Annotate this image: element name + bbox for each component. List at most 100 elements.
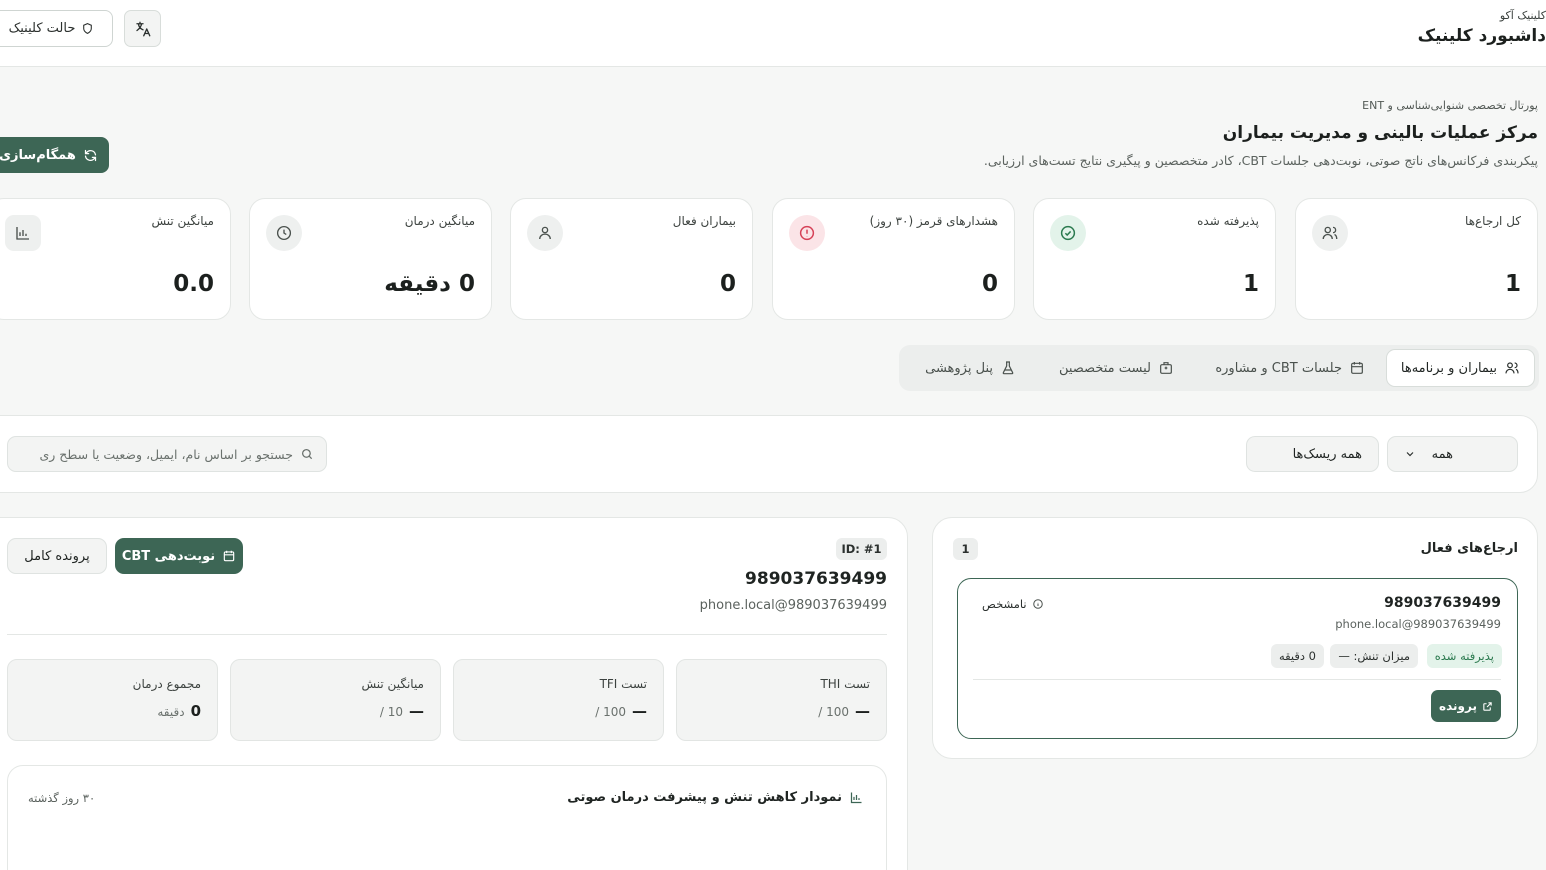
open-file-label: پرونده xyxy=(1439,699,1477,713)
tab-cbt-sessions[interactable]: جلسات CBT و مشاوره xyxy=(1201,349,1379,387)
clinic-mode-label: حالت کلینیک xyxy=(8,21,76,36)
referral-risk-label: نامشخص xyxy=(982,597,1027,611)
chevron-down-icon xyxy=(1406,452,1414,457)
metric-value-row: — 100 / xyxy=(595,702,647,720)
translate-icon xyxy=(135,21,150,36)
stat-value: 1 xyxy=(1242,271,1259,297)
chart-title: نمودار کاهش تنش و پیشرفت درمان صوتی xyxy=(567,790,842,805)
stat-card-avg-stress: میانگین تنش 0.0 xyxy=(0,198,231,320)
main-tabs: بیماران و برنامه‌ها جلسات CBT و مشاوره ل… xyxy=(899,345,1539,391)
flask-icon xyxy=(1002,361,1014,375)
metric-value: 0 xyxy=(190,702,201,720)
stat-icon-wrap xyxy=(527,215,563,251)
users-icon xyxy=(1505,362,1519,374)
metric-label: تست TFI xyxy=(599,677,647,691)
page-description: پیکربندی فرکانس‌های ناتج صوتی، نوبت‌دهی … xyxy=(983,153,1538,168)
referral-name: 989037639499 xyxy=(1384,595,1501,611)
referral-divider xyxy=(973,679,1501,680)
tab-specialists[interactable]: لیست متخصصین xyxy=(1045,349,1188,387)
clinic-mode-button[interactable]: حالت کلینیک xyxy=(0,10,113,47)
metric-unit: دقیقه xyxy=(157,705,185,719)
metric-card-thi: تست THI — 100 / xyxy=(676,659,887,741)
alert-circle-icon xyxy=(799,225,815,241)
stat-label: پذیرفته شده xyxy=(1197,214,1259,228)
full-file-button[interactable]: پرونده کامل xyxy=(7,538,107,574)
schedule-cbt-label: نوبت‌دهی CBT xyxy=(121,548,216,564)
top-bar: کلینیک آکو داشبورد کلینیک حالت کلینیک xyxy=(0,0,1546,67)
tab-label: لیست متخصصین xyxy=(1058,360,1151,376)
dashboard-title: داشبورد کلینیک xyxy=(1417,26,1546,46)
tab-patients-programs[interactable]: بیماران و برنامه‌ها xyxy=(1385,349,1535,387)
metric-value: — xyxy=(855,702,870,720)
referral-status-badge: پذیرفته شده xyxy=(1426,644,1502,668)
progress-chart-card: نمودار کاهش تنش و پیشرفت درمان صوتی ۳۰ ر… xyxy=(7,765,887,870)
page-title: مرکز عملیات بالینی و مدیریت بیماران xyxy=(1222,123,1538,143)
metric-unit: 100 / xyxy=(818,705,849,719)
referrals-title: ارجاع‌های فعال xyxy=(1420,541,1518,556)
sync-label: همگام‌سازی xyxy=(0,147,76,163)
metric-unit: 100 / xyxy=(595,705,626,719)
search-icon xyxy=(301,448,313,460)
stat-label: هشدارهای قرمز (۳۰ روز) xyxy=(869,214,998,228)
info-icon xyxy=(1032,599,1043,609)
users-icon xyxy=(1322,226,1338,240)
status-filter-select[interactable]: همه xyxy=(1387,436,1518,472)
metric-value: — xyxy=(632,702,647,720)
metric-label: تست THI xyxy=(820,677,870,691)
metric-label: میانگین تنش xyxy=(361,677,424,691)
calendar-icon xyxy=(223,550,235,562)
open-file-button[interactable]: پرونده xyxy=(1431,690,1501,722)
stat-value: 0 دقیقه xyxy=(384,271,475,297)
stat-icon-wrap xyxy=(1050,215,1086,251)
stat-value: 1 xyxy=(1504,271,1521,297)
schedule-cbt-button[interactable]: نوبت‌دهی CBT xyxy=(115,538,243,574)
tab-label: بیماران و برنامه‌ها xyxy=(1400,360,1497,376)
tab-label: پنل پژوهشی xyxy=(925,360,993,376)
metric-card-avg-stress: میانگین تنش — 10 / xyxy=(230,659,441,741)
stat-card-red-alerts: هشدارهای قرمز (۳۰ روز) 0 xyxy=(772,198,1015,320)
patient-name: 989037639499 xyxy=(745,569,887,589)
patient-id-badge: ID: #1 xyxy=(836,538,887,560)
metric-value: — xyxy=(409,702,424,720)
search-input[interactable]: جستجو بر اساس نام، ایمیل، وضعیت یا سطح ر… xyxy=(40,447,294,462)
stat-icon-wrap xyxy=(5,215,41,251)
search-box[interactable]: جستجو بر اساس نام، ایمیل، وضعیت یا سطح ر… xyxy=(7,436,327,472)
bar-chart-icon xyxy=(850,792,862,804)
language-button[interactable] xyxy=(124,10,161,47)
stat-label: میانگین درمان xyxy=(404,214,475,228)
check-circle-icon xyxy=(1060,225,1076,241)
referrals-count-badge: 1 xyxy=(953,538,978,560)
shield-icon xyxy=(83,23,93,34)
stat-icon-wrap xyxy=(266,215,302,251)
referral-duration-badge: 0 دقیقه xyxy=(1270,644,1324,668)
stat-value: 0.0 xyxy=(173,271,214,297)
risk-filter-value: همه ریسک‌ها xyxy=(1292,446,1362,462)
stat-icon-wrap xyxy=(1312,215,1348,251)
portal-eyebrow: پورتال تخصصی شنوایی‌شناسی و ENT xyxy=(1362,99,1538,112)
stat-card-active-patients: بیماران فعال 0 xyxy=(510,198,753,320)
metric-unit: 10 / xyxy=(379,705,403,719)
metric-card-tfi: تست TFI — 100 / xyxy=(453,659,664,741)
metric-value-row: — 10 / xyxy=(380,702,424,720)
stat-value: 0 xyxy=(981,271,998,297)
bar-chart-icon xyxy=(16,227,29,240)
risk-filter-select[interactable]: همه ریسک‌ها xyxy=(1246,436,1379,472)
stat-label: بیماران فعال xyxy=(672,214,736,228)
metric-card-total-treatment: مجموع درمان 0 دقیقه xyxy=(7,659,218,741)
sync-button[interactable]: همگام‌سازی xyxy=(0,137,109,173)
referral-email: phone.local@989037639499 xyxy=(1335,617,1501,631)
clock-icon xyxy=(276,225,292,241)
stat-card-accepted: پذیرفته شده 1 xyxy=(1033,198,1276,320)
metric-value-row: — 100 / xyxy=(818,702,870,720)
tab-label: جلسات CBT و مشاوره xyxy=(1215,360,1342,376)
stat-label: کل ارجاع‌ها xyxy=(1465,214,1521,228)
referral-risk: نامشخص xyxy=(982,597,1044,611)
stat-icon-wrap xyxy=(789,215,825,251)
chart-header: نمودار کاهش تنش و پیشرفت درمان صوتی xyxy=(567,790,864,805)
metric-label: مجموع درمان xyxy=(132,677,201,691)
briefcase-icon xyxy=(1160,362,1172,374)
chart-range: ۳۰ روز گذشته xyxy=(28,791,96,805)
tab-research-panel[interactable]: پنل پژوهشی xyxy=(911,349,1030,387)
user-icon xyxy=(539,226,551,240)
referral-stress-badge: میزان تنش: — xyxy=(1330,644,1418,668)
